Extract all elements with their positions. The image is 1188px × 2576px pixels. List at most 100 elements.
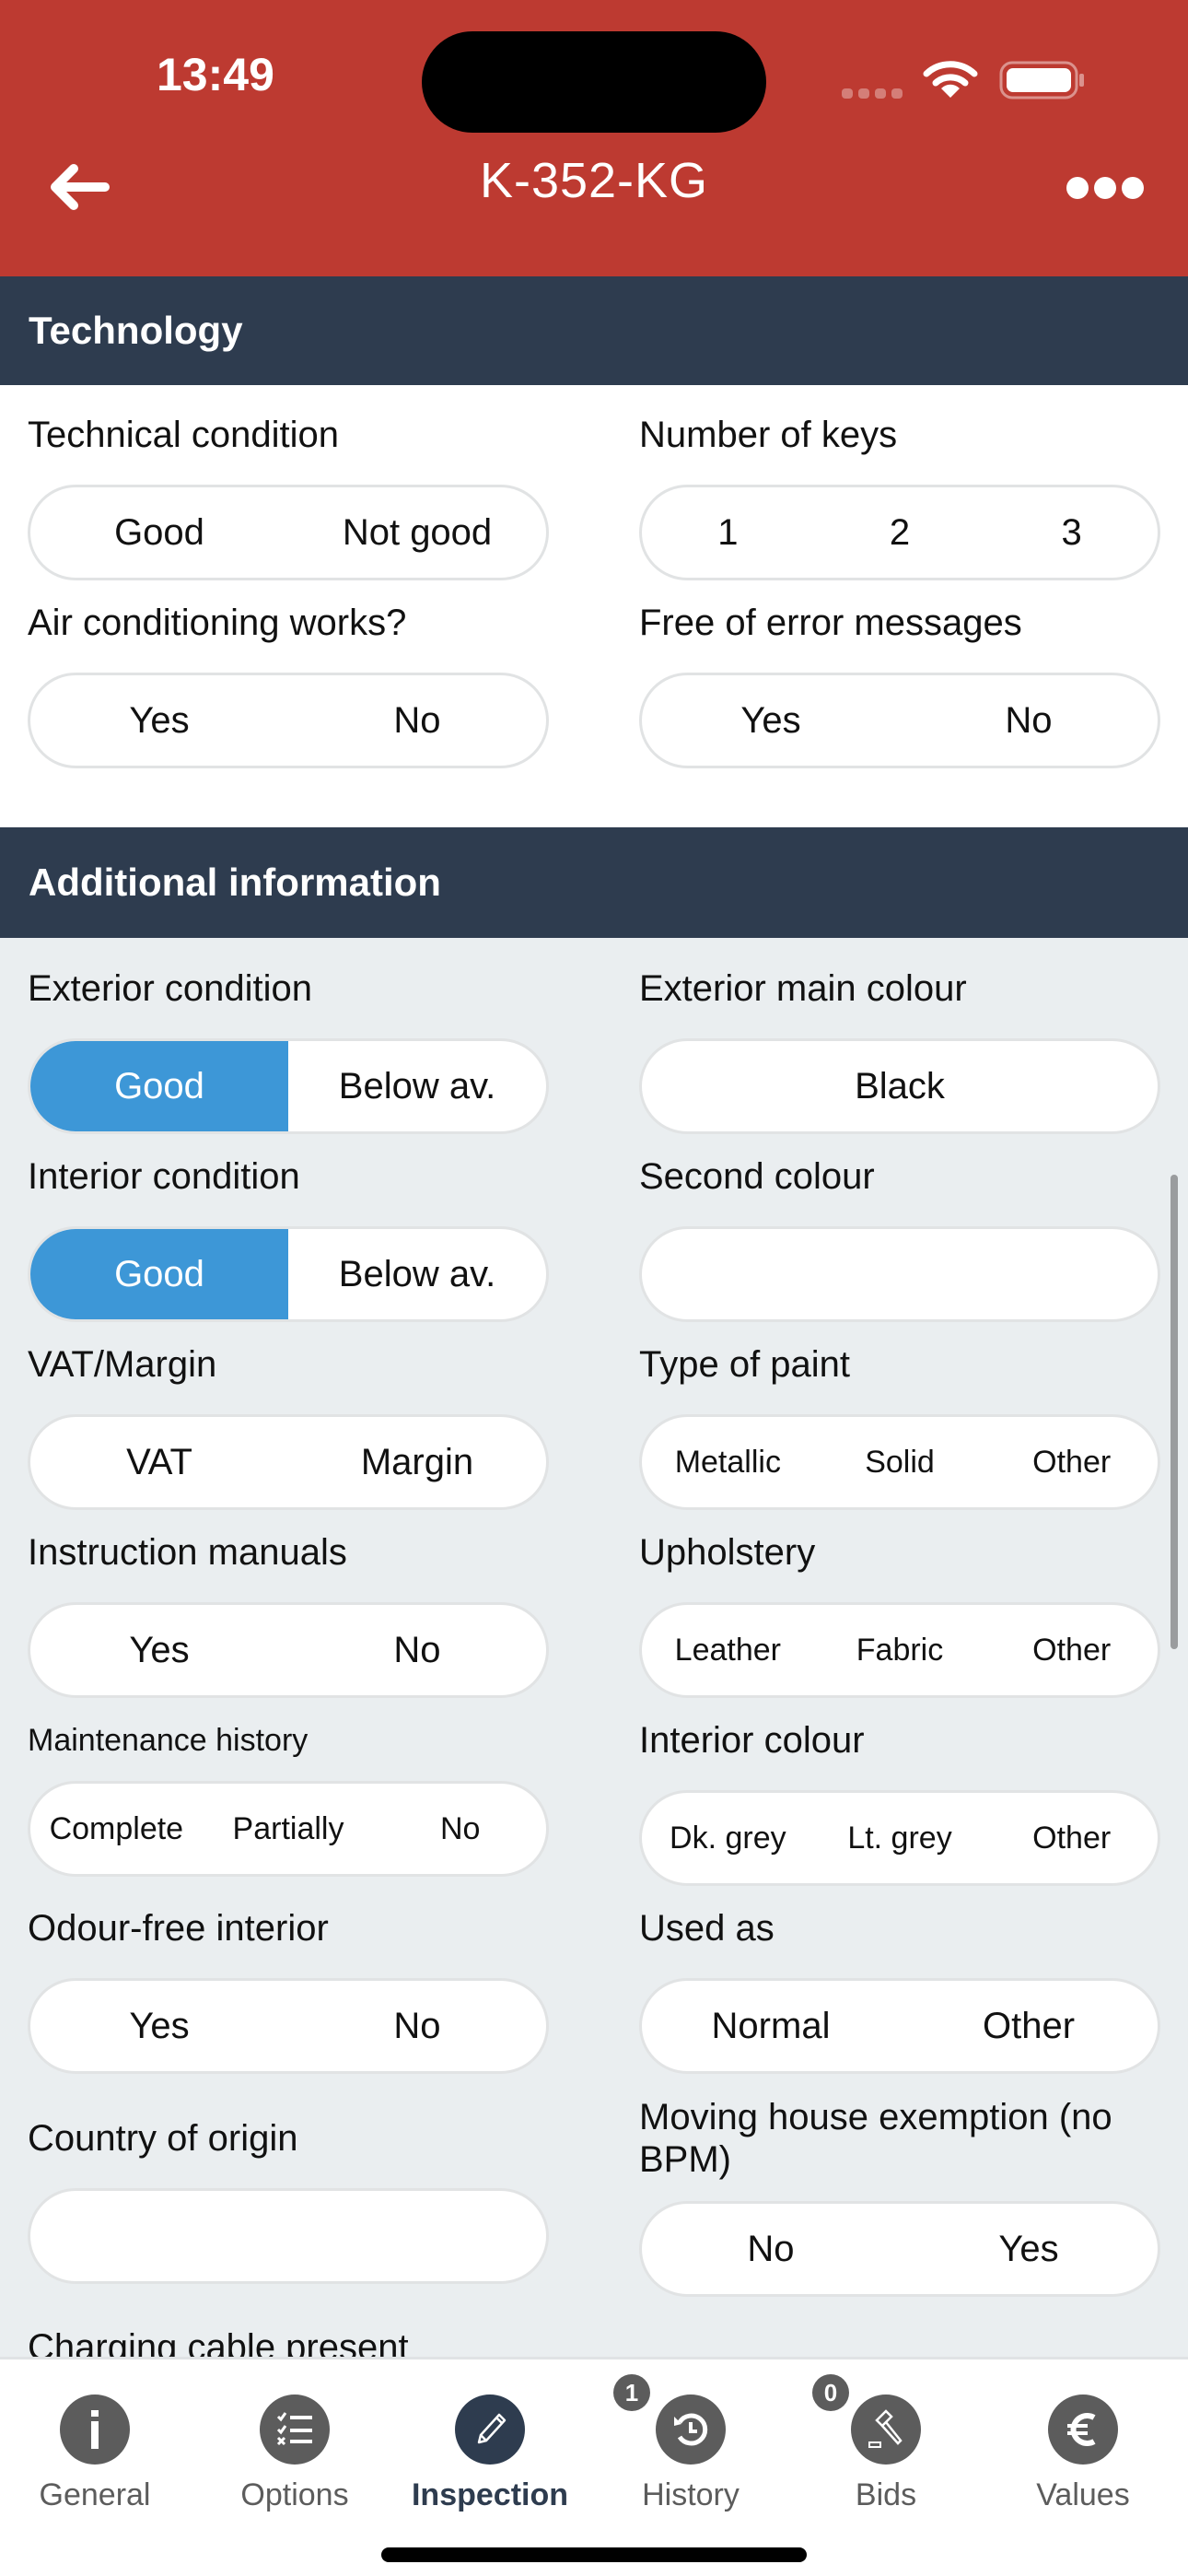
- segmented-control: Yes No: [28, 673, 549, 768]
- tab-label: General: [39, 2477, 151, 2512]
- option-2[interactable]: 2: [814, 487, 986, 578]
- option-vat[interactable]: VAT: [30, 1417, 288, 1507]
- field-label-charging-cable: Charging cable present: [28, 2327, 409, 2357]
- field-exterior-condition: Exterior condition Good Below av.: [28, 966, 549, 1134]
- field-label: Maintenance history: [28, 1723, 309, 1758]
- tab-options[interactable]: Options: [203, 2395, 387, 2513]
- field-label: Type of paint: [639, 1344, 851, 1385]
- field-label: VAT/Margin: [28, 1344, 217, 1385]
- option-good[interactable]: Good: [30, 1229, 288, 1319]
- segmented-control: Good Not good: [28, 485, 549, 580]
- segmented-control: Dk. grey Lt. grey Other: [639, 1790, 1160, 1886]
- more-options-button[interactable]: [1059, 171, 1151, 205]
- field-label: Exterior condition: [28, 968, 313, 1009]
- gavel-icon: [868, 2409, 903, 2448]
- option-good[interactable]: Good: [30, 487, 288, 578]
- segmented-control: VAT Margin: [28, 1414, 549, 1510]
- segmented-control: Yes No: [28, 1978, 549, 2074]
- input-value: Black: [855, 1065, 945, 1107]
- tab-general[interactable]: General: [3, 2395, 187, 2513]
- option-light-grey[interactable]: Lt. grey: [814, 1793, 986, 1883]
- option-yes[interactable]: Yes: [30, 1605, 288, 1695]
- option-leather[interactable]: Leather: [642, 1605, 814, 1695]
- tab-values[interactable]: Values: [991, 2395, 1175, 2513]
- segmented-control: Good Below av.: [28, 1038, 549, 1134]
- option-dark-grey[interactable]: Dk. grey: [642, 1793, 814, 1883]
- field-label: Odour-free interior: [28, 1908, 329, 1949]
- option-1[interactable]: 1: [642, 487, 814, 578]
- option-other[interactable]: Other: [900, 1981, 1158, 2071]
- field-label: Exterior main colour: [639, 968, 967, 1009]
- tab-inspection[interactable]: Inspection: [398, 2395, 582, 2513]
- pencil-icon: [477, 2413, 507, 2444]
- field-label: Upholstery: [639, 1532, 816, 1573]
- segmented-control: Complete Partially No: [28, 1781, 549, 1877]
- field-used-as: Used as Normal Other: [639, 1906, 1160, 2074]
- field-error-messages: Free of error messages Yes No: [639, 601, 1160, 768]
- segmented-control: Yes No: [639, 673, 1160, 768]
- segmented-control: Leather Fabric Other: [639, 1602, 1160, 1698]
- option-fabric[interactable]: Fabric: [814, 1605, 986, 1695]
- option-yes[interactable]: Yes: [30, 675, 288, 766]
- option-no[interactable]: No: [642, 2204, 900, 2294]
- segmented-control: No Yes: [639, 2201, 1160, 2297]
- country-of-origin-input[interactable]: [28, 2188, 549, 2284]
- option-partially[interactable]: Partially: [203, 1784, 375, 1874]
- cellular-signal-icon: [842, 88, 903, 99]
- option-3[interactable]: 3: [985, 487, 1158, 578]
- option-no[interactable]: No: [288, 1981, 546, 2071]
- tab-label: Options: [240, 2477, 349, 2512]
- tab-bids[interactable]: 0 Bids: [794, 2374, 978, 2513]
- option-other[interactable]: Other: [985, 1793, 1158, 1883]
- field-label: Number of keys: [639, 415, 898, 455]
- option-no[interactable]: No: [288, 1605, 546, 1695]
- field-label: Technical condition: [28, 415, 339, 455]
- field-exterior-main-colour: Exterior main colour Black: [639, 966, 1160, 1134]
- field-number-of-keys: Number of keys 1 2 3: [639, 413, 1160, 580]
- field-label: Used as: [639, 1908, 775, 1949]
- status-time: 13:49: [157, 49, 274, 100]
- segmented-control: 1 2 3: [639, 485, 1160, 580]
- field-country-of-origin: Country of origin: [28, 2116, 549, 2284]
- tab-label: Values: [1036, 2477, 1130, 2512]
- field-interior-colour: Interior colour Dk. grey Lt. grey Other: [639, 1718, 1160, 1886]
- field-label: Interior colour: [639, 1720, 865, 1761]
- option-yes[interactable]: Yes: [642, 675, 900, 766]
- option-no[interactable]: No: [288, 675, 546, 766]
- option-other[interactable]: Other: [985, 1605, 1158, 1695]
- option-no[interactable]: No: [374, 1784, 546, 1874]
- bottom-tab-bar: General Options Inspection 1 History 0 B…: [0, 2357, 1188, 2576]
- option-no[interactable]: No: [900, 675, 1158, 766]
- scrollbar[interactable]: [1171, 1175, 1178, 1649]
- option-yes[interactable]: Yes: [900, 2204, 1158, 2294]
- field-label: Air conditioning works?: [28, 603, 407, 643]
- input-value: [642, 1229, 1158, 1319]
- tab-history[interactable]: 1 History: [599, 2374, 783, 2513]
- field-odour-free-interior: Odour-free interior Yes No: [28, 1906, 549, 2074]
- input-value: [30, 2191, 546, 2281]
- option-below-average[interactable]: Below av.: [288, 1229, 546, 1319]
- section-header-technology: Technology: [0, 276, 1188, 385]
- field-vat-margin: VAT/Margin VAT Margin: [28, 1342, 549, 1510]
- history-badge: 1: [613, 2374, 650, 2411]
- field-instruction-manuals: Instruction manuals Yes No: [28, 1530, 549, 1698]
- ellipsis-icon: [1066, 177, 1089, 199]
- option-below-average[interactable]: Below av.: [288, 1041, 546, 1131]
- segmented-control: Yes No: [28, 1602, 549, 1698]
- second-colour-input[interactable]: [639, 1226, 1160, 1322]
- option-metallic[interactable]: Metallic: [642, 1417, 814, 1507]
- option-complete[interactable]: Complete: [30, 1784, 203, 1874]
- option-margin[interactable]: Margin: [288, 1417, 546, 1507]
- dynamic-island: [422, 31, 766, 133]
- option-yes[interactable]: Yes: [30, 1981, 288, 2071]
- option-not-good[interactable]: Not good: [288, 487, 546, 578]
- option-normal[interactable]: Normal: [642, 1981, 900, 2071]
- segmented-control: Normal Other: [639, 1978, 1160, 2074]
- tab-label: History: [642, 2477, 740, 2512]
- option-good[interactable]: Good: [30, 1041, 288, 1131]
- info-icon: [91, 2410, 99, 2449]
- option-solid[interactable]: Solid: [814, 1417, 986, 1507]
- exterior-main-colour-input[interactable]: Black: [639, 1038, 1160, 1134]
- option-other[interactable]: Other: [985, 1417, 1158, 1507]
- segmented-control: Metallic Solid Other: [639, 1414, 1160, 1510]
